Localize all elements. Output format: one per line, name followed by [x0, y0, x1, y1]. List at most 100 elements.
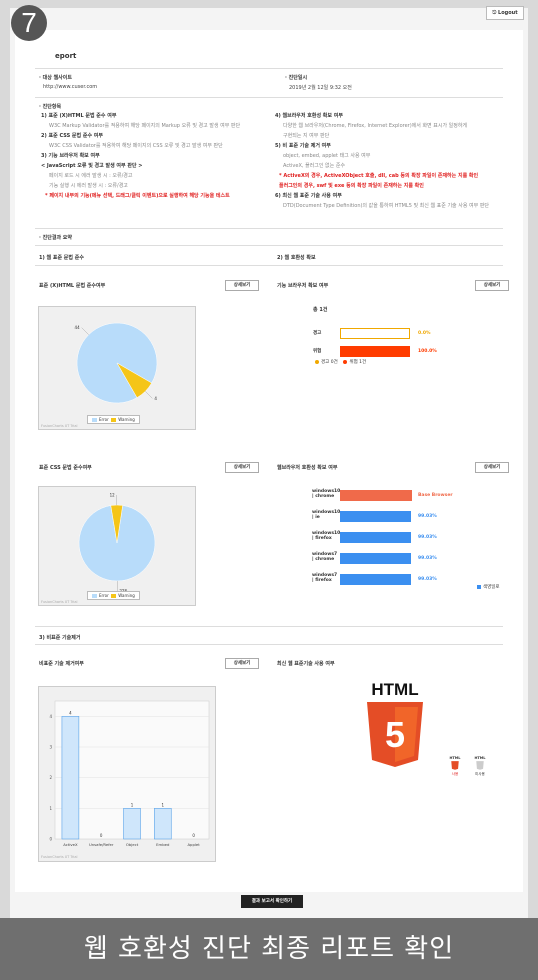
html5-used-badge: HTML 사용 — [449, 756, 461, 777]
criteria-line: 5) 비 표준 기술 제거 여부 — [275, 143, 331, 149]
css-pie-chart: 22812 Error Warning FusionCharts XT Tria… — [38, 486, 196, 606]
browser-bar — [340, 511, 412, 522]
criteria-line: 6) 최신 웹 표준 기술 사용 여부 — [275, 193, 342, 199]
nonstd-bar — [123, 808, 141, 840]
criteria-line: * 페이지 내부의 기능(메뉴 선택, 드래그/클릭 이벤트)으로 실행하여 해… — [45, 193, 230, 199]
y-tick-label: 3 — [49, 745, 52, 750]
card-browser-title: 웹브라우저 호환성 확보 여부 — [277, 465, 338, 471]
y-tick-label: 2 — [49, 775, 52, 780]
legend-error: Error — [99, 417, 109, 422]
criteria-line: 3) 기능 브라우저 확보 여부 — [41, 153, 100, 159]
nonstd-category-label: Embed — [156, 842, 170, 847]
html5-used-sub: 사용 — [451, 772, 459, 776]
browser-bar — [340, 574, 412, 585]
browser-bar-label: windows10 | ie — [312, 510, 341, 520]
html-pie-chart: 44 4 Error Warning FusionCharts XT Trial — [38, 306, 196, 430]
card-css-title: 표준 CSS 문법 준수여부 — [39, 465, 92, 471]
js-detail-button[interactable]: 상세보기 — [475, 280, 509, 291]
y-tick-label: 0 — [49, 837, 52, 842]
view-report-button[interactable]: 결과 보고서 확인하기 — [241, 895, 303, 908]
legend-swatch — [111, 594, 117, 598]
legend-warning: Warning — [118, 417, 135, 422]
js-bar-label: 위험 — [313, 349, 322, 354]
criteria-line: 2) 표준 CSS 문법 준수 여부 — [41, 133, 104, 139]
criteria-line: DTD(Document Type Definition)의 값을 통하여 HT… — [283, 203, 490, 209]
browser-bar-value: 99.03% — [418, 577, 437, 582]
nonstd-category-label: Unsafe/Refer — [89, 842, 114, 847]
browser-bar-label: windows10 | chrome — [312, 489, 341, 499]
pie-leader-line — [145, 391, 153, 399]
logout-button[interactable]: ⎋ Logout — [486, 6, 524, 20]
html-detail-button[interactable]: 상세보기 — [225, 280, 259, 291]
js-bar-value: 100.0% — [418, 349, 437, 354]
legend-swatch — [111, 418, 117, 422]
date-label: · 진단일시 — [285, 75, 308, 81]
css-detail-button[interactable]: 상세보기 — [225, 462, 259, 473]
html5-unused-sub: 미사용 — [475, 772, 485, 776]
nonstd-bar — [61, 716, 80, 840]
step-badge: 7 — [11, 5, 47, 41]
browser-legend: 색영일로 — [477, 583, 500, 593]
html5-logo: HTML 5 — [365, 680, 425, 770]
nonstd-bar-value: 4 — [69, 710, 72, 715]
group1-right-title: 2) 웹 호환성 확보 — [277, 255, 316, 261]
legend-swatch — [477, 584, 481, 589]
divider — [35, 97, 503, 98]
browser-bar-value: 99.03% — [418, 556, 437, 561]
criteria-line: 4) 웹브라우저 호환성 확보 여부 — [275, 113, 343, 119]
chart-watermark: FusionCharts XT Trial — [41, 855, 78, 859]
group2-title: 3) 비표준 기술제거 — [39, 635, 81, 641]
criteria-line: 구현되는 지 여부 판단 — [283, 133, 330, 139]
pie-label: 12 — [110, 493, 116, 498]
js-total: 총 1건 — [313, 307, 328, 313]
card-nonstd-title: 비표준 기술 제거여부 — [39, 661, 84, 667]
js-legend: 경고 0건 위험 1건 — [315, 358, 366, 368]
legend-warning: Warning — [118, 593, 135, 598]
date-value: 2019년 2월 12일 9:32 오전 — [289, 85, 352, 91]
criteria-line: * ActiveX의 경우, ActiveXObject 호출, dll, ca… — [279, 173, 479, 179]
criteria-line: 플러그인의 경우, swf 및 exe 등의 확장 파일이 존재하는 지를 확인 — [279, 183, 424, 189]
js-legend-warning: 경고 0건 — [321, 360, 338, 365]
criteria-line: 다양한 웹 브라우저(Chrome, Firefox, Internet Exp… — [283, 123, 468, 129]
js-bar-track — [340, 328, 410, 339]
nonstd-bar-value: 1 — [131, 802, 134, 807]
html5-used-icon — [451, 761, 459, 770]
browser-detail-button[interactable]: 상세보기 — [475, 462, 509, 473]
browser-bar — [340, 553, 412, 564]
nonstd-bar-svg: 012344ActiveX0Unsafe/Refer1Object1Embed0… — [49, 700, 210, 847]
pie-leader-line — [81, 327, 89, 335]
y-tick-label: 1 — [49, 806, 52, 811]
divider — [35, 265, 503, 266]
site-url: http://www.cuser.com — [43, 84, 98, 90]
browser-bar — [340, 532, 412, 543]
browser-bar — [340, 490, 412, 501]
css-pie-legend: Error Warning — [87, 591, 140, 600]
site-label: · 대상 웹사이트 — [39, 75, 72, 81]
pie-label: 4 — [154, 396, 157, 401]
nonstd-category-label: ActiveX — [63, 842, 78, 847]
report-panel: eport · 대상 웹사이트 http://www.cuser.com · 진… — [15, 30, 523, 892]
js-bar-value: 0.0% — [418, 331, 431, 336]
browser-bar-label: windows7 | firefox — [312, 573, 338, 583]
criteria-right: 4) 웹브라우저 호환성 확보 여부다양한 웹 브라우저(Chrome, Fir… — [275, 111, 489, 211]
y-tick-label: 4 — [49, 714, 52, 719]
divider — [35, 626, 503, 627]
nonstd-bar-value: 1 — [162, 802, 165, 807]
html5-shield-icon: 5 — [367, 702, 423, 767]
browser-bar-label: windows7 | chrome — [312, 552, 338, 562]
card-html5-title: 최신 웹 표준기술 사용 여부 — [277, 661, 335, 667]
html5-unused-icon — [476, 761, 484, 770]
browser-bar-value: Base Browser — [418, 493, 453, 498]
js-bar — [340, 346, 410, 357]
divider — [35, 68, 503, 69]
html-pie-svg: 444 — [75, 322, 157, 404]
criteria-line: W3C CSS Validator를 적용하여 해당 페이지의 CSS 오류 및… — [49, 143, 223, 149]
criteria-line: ActiveX, 플러그인 없는 준수 — [283, 163, 346, 169]
nonstd-detail-button[interactable]: 상세보기 — [225, 658, 259, 669]
divider — [35, 245, 503, 246]
logout-label: Logout — [498, 10, 518, 16]
legend-dot — [315, 359, 319, 364]
criteria-line: 페이지 로드 시 에러 발생 시 : 오류/경고 — [49, 173, 133, 179]
card-js-title: 기능 브라우저 확보 여부 — [277, 283, 329, 289]
html5-logo-text: HTML — [371, 680, 419, 699]
